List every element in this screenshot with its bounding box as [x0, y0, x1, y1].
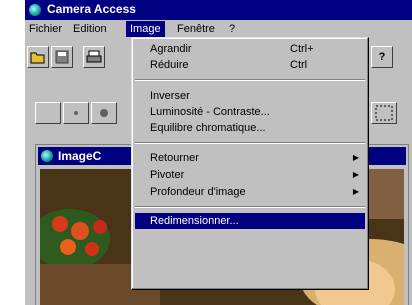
save-button[interactable] — [51, 46, 73, 68]
menu-item-reduire[interactable]: Réduire Ctrl — [135, 57, 365, 73]
window-title: Camera Access — [47, 2, 136, 16]
menu-item-inverser[interactable]: Inverser — [135, 88, 365, 104]
tool-button-2[interactable] — [63, 102, 89, 124]
menu-fichier[interactable]: Fichier — [25, 21, 66, 37]
menu-item-redimensionner[interactable]: Redimensionner... — [135, 213, 365, 229]
help-button[interactable]: ? — [371, 46, 393, 68]
child-window-title: ImageC — [58, 149, 102, 163]
selection-icon — [375, 105, 393, 121]
tool-button-3[interactable] — [91, 102, 117, 124]
submenu-arrow-icon: ▶ — [352, 187, 359, 196]
save-icon — [55, 50, 69, 64]
selection-button[interactable] — [371, 102, 397, 124]
menu-item-luminosite-contraste[interactable]: Luminosité - Contraste... — [135, 104, 365, 120]
menu-item-agrandir[interactable]: Agrandir Ctrl+ — [135, 41, 365, 57]
menu-item-profondeur-image[interactable]: Profondeur d'image ▶ — [135, 184, 365, 200]
menu-item-retourner[interactable]: Retourner ▶ — [135, 150, 365, 166]
print-icon — [86, 50, 102, 63]
menu-bar: Fichier Edition Image Fenêtre ? — [25, 20, 412, 38]
menu-item-equilibre-chromatique[interactable]: Equilibre chromatique... — [135, 120, 365, 136]
menu-edition[interactable]: Edition — [69, 21, 111, 37]
submenu-arrow-icon: ▶ — [352, 170, 359, 179]
open-folder-icon — [30, 52, 45, 64]
app-icon — [29, 4, 41, 16]
menu-help[interactable]: ? — [225, 21, 239, 37]
title-bar: Camera Access — [25, 0, 412, 20]
menu-image[interactable]: Image — [126, 21, 165, 37]
child-app-icon — [41, 150, 53, 162]
menu-item-pivoter[interactable]: Pivoter ▶ — [135, 167, 365, 183]
menu-separator — [135, 79, 365, 81]
help-icon: ? — [378, 51, 386, 63]
menu-separator — [135, 206, 365, 208]
print-button[interactable] — [83, 46, 105, 68]
tool-button-1[interactable] — [35, 102, 61, 124]
menu-separator — [135, 142, 365, 144]
open-button[interactable] — [27, 46, 49, 68]
submenu-arrow-icon: ▶ — [352, 153, 359, 162]
image-menu-dropdown: Agrandir Ctrl+ Réduire Ctrl Inverser Lum… — [131, 37, 369, 290]
menu-fenetre[interactable]: Fenêtre — [173, 21, 219, 37]
